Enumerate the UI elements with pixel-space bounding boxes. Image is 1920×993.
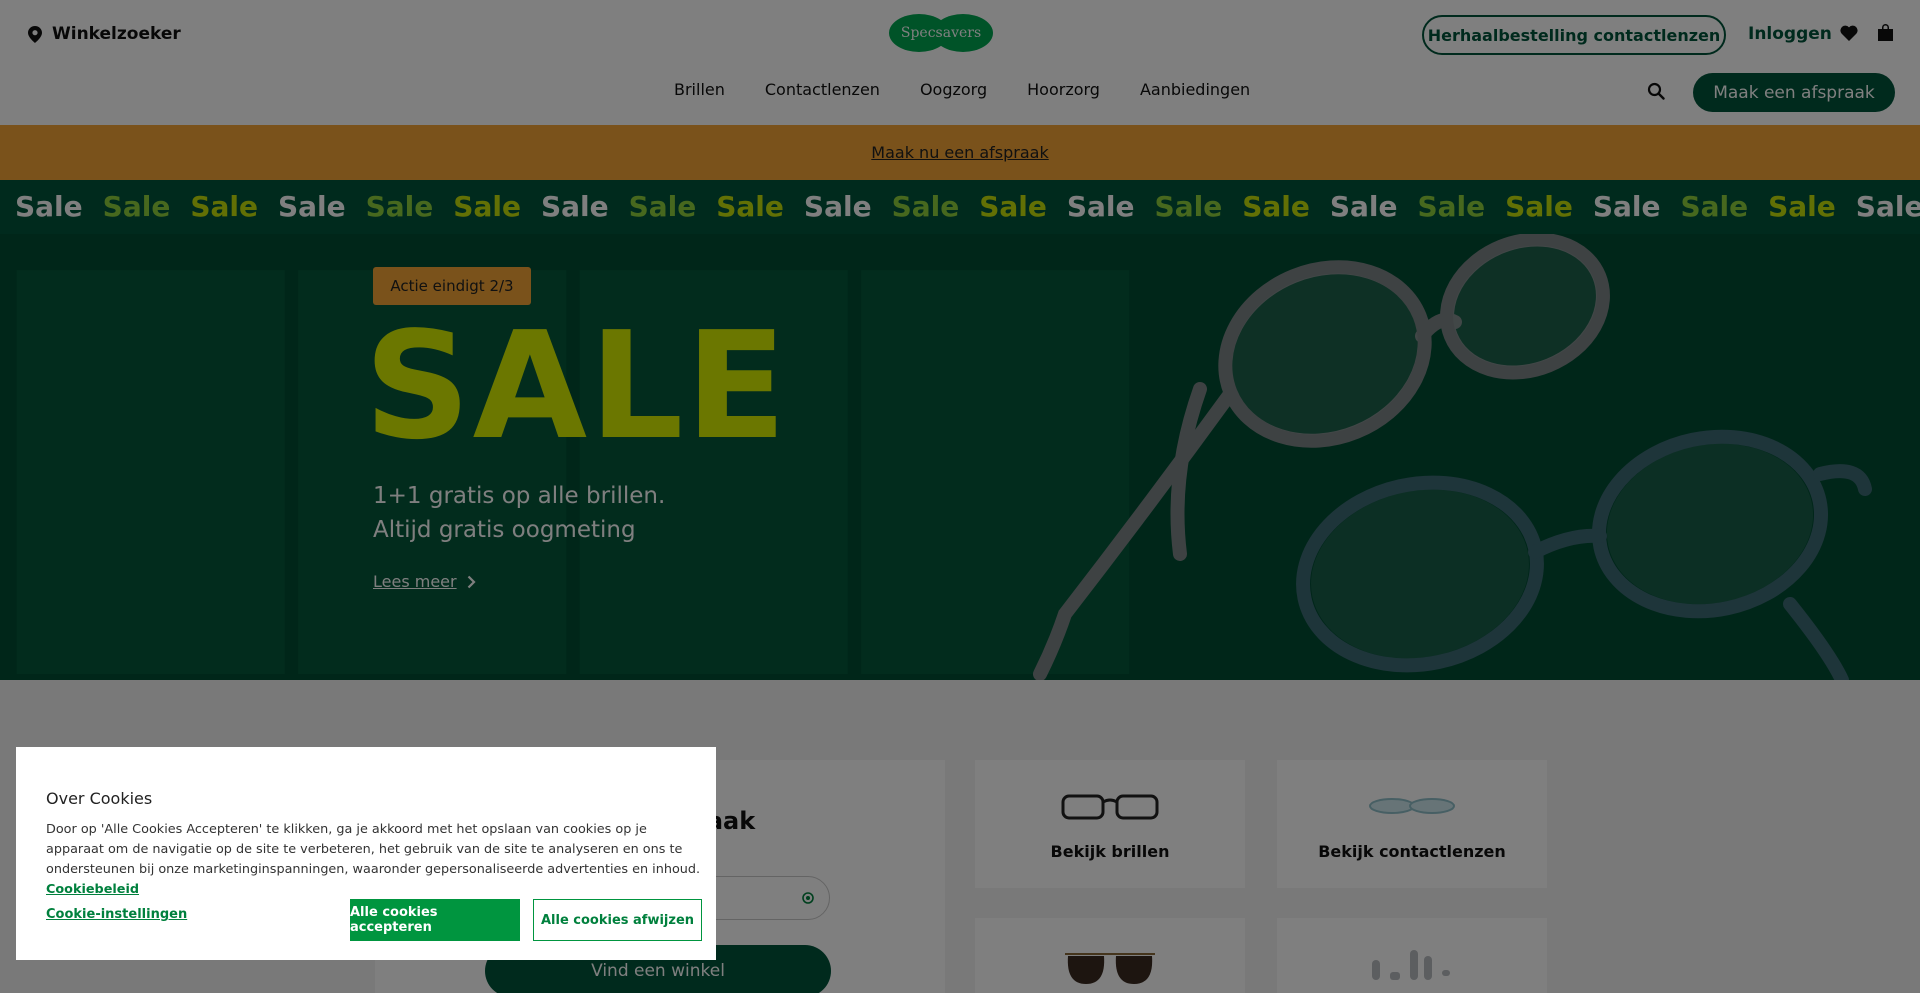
cookie-dialog-body: Door op 'Alle Cookies Accepteren' te kli… [46, 822, 701, 877]
cookie-settings-link[interactable]: Cookie-instellingen [46, 907, 187, 922]
reject-all-cookies-button[interactable]: Alle cookies afwijzen [533, 899, 702, 941]
cookie-dialog-title: Over Cookies [46, 789, 153, 808]
cookie-policy-link[interactable]: Cookiebeleid [46, 882, 139, 897]
cookie-consent-dialog: Over Cookies Door op 'Alle Cookies Accep… [16, 747, 716, 960]
cookie-dialog-text: Door op 'Alle Cookies Accepteren' te kli… [46, 820, 701, 900]
accept-all-cookies-button[interactable]: Alle cookies accepteren [350, 899, 520, 941]
